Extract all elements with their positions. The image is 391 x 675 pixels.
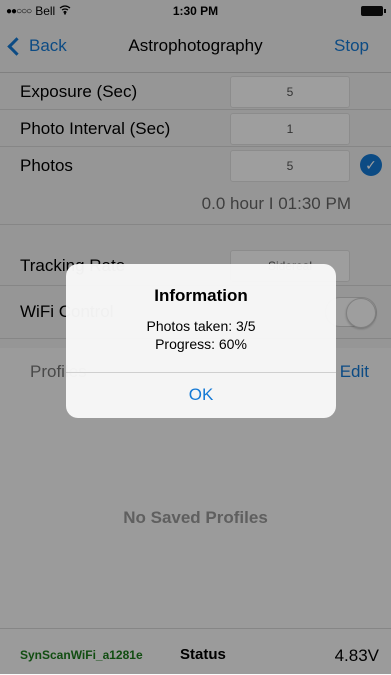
alert-progress: Progress: 60% [155, 336, 247, 352]
alert-title: Information [154, 286, 248, 305]
astrophotography-screen: ●●○○○ Bell 1:30 PM Back Astrophotography… [0, 0, 391, 675]
information-alert: Information Photos taken: 3/5 Progress: … [66, 264, 336, 418]
ok-button[interactable]: OK [66, 372, 336, 418]
alert-photos-taken: Photos taken: 3/5 [146, 318, 256, 334]
